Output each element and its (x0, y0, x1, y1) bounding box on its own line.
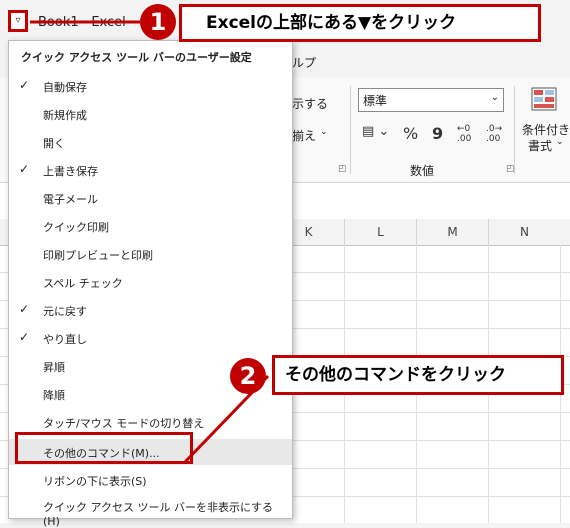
callout-arrows (30, 20, 270, 464)
step2-callout: その他のコマンドをクリック (272, 355, 564, 395)
step1-number-badge: 1 (140, 4, 176, 40)
step1-callout: Excelの上部にある▼をクリック (179, 4, 541, 42)
step2-number-badge: 2 (230, 358, 266, 394)
